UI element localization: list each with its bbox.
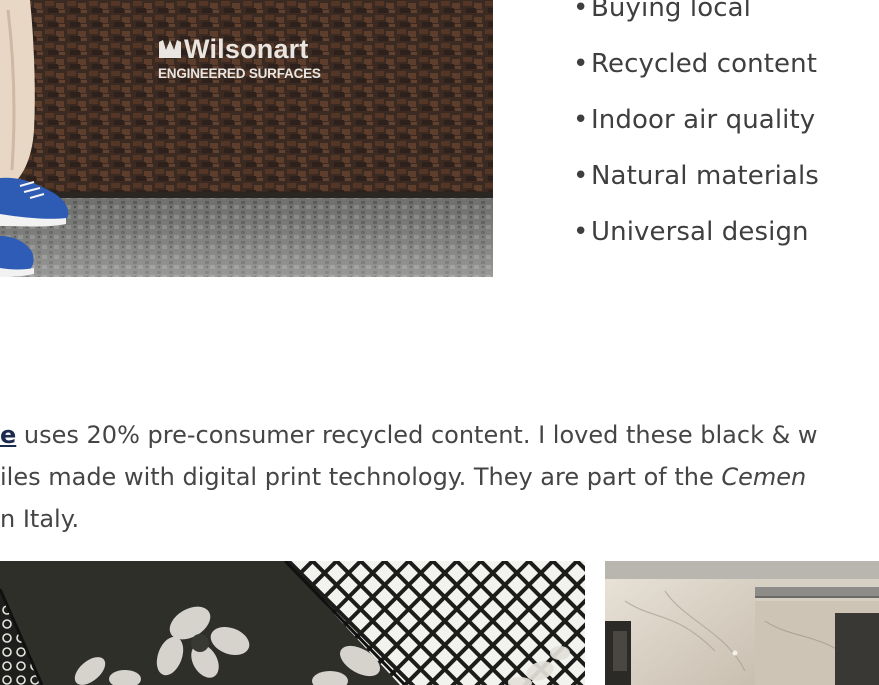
green-features-list: •Buying local •Recycled content •Indoor … bbox=[573, 0, 819, 260]
body-paragraph: e uses 20% pre-consumer recycled content… bbox=[0, 414, 879, 540]
list-item: •Buying local bbox=[573, 0, 819, 36]
tile-photo-drawing bbox=[0, 561, 585, 685]
tile-photo bbox=[0, 561, 585, 685]
paragraph-line-2: iles made with digital print technology.… bbox=[0, 463, 807, 491]
countertop-photo bbox=[605, 561, 879, 685]
collection-name: Cemen bbox=[721, 463, 807, 491]
showroom-photo: Wilsonart ENGINEERED SURFACES bbox=[0, 0, 493, 277]
paragraph-line-3: n Italy. bbox=[0, 505, 80, 533]
list-item: •Indoor air quality bbox=[573, 92, 819, 148]
bullet-glyph: • bbox=[573, 161, 589, 191]
logo-text: Wilsonart bbox=[184, 34, 309, 64]
bullet-glyph: • bbox=[573, 105, 589, 135]
bullet-glyph: • bbox=[573, 0, 589, 23]
wilsonart-logo: Wilsonart ENGINEERED SURFACES bbox=[158, 34, 321, 81]
wilsonart-mark-icon bbox=[159, 40, 181, 58]
list-item: •Natural materials bbox=[573, 148, 819, 204]
countertop-photo-drawing bbox=[605, 561, 879, 685]
blog-page: Wilsonart ENGINEERED SURFACES •Buying lo… bbox=[0, 0, 879, 685]
list-item: •Recycled content bbox=[573, 36, 819, 92]
bullet-glyph: • bbox=[573, 217, 589, 247]
paragraph-line-1: e uses 20% pre-consumer recycled content… bbox=[0, 421, 818, 449]
product-link[interactable]: e bbox=[0, 421, 16, 449]
list-item: •Universal design bbox=[573, 204, 819, 260]
logo-subtext: ENGINEERED SURFACES bbox=[158, 66, 321, 81]
bullet-glyph: • bbox=[573, 49, 589, 79]
